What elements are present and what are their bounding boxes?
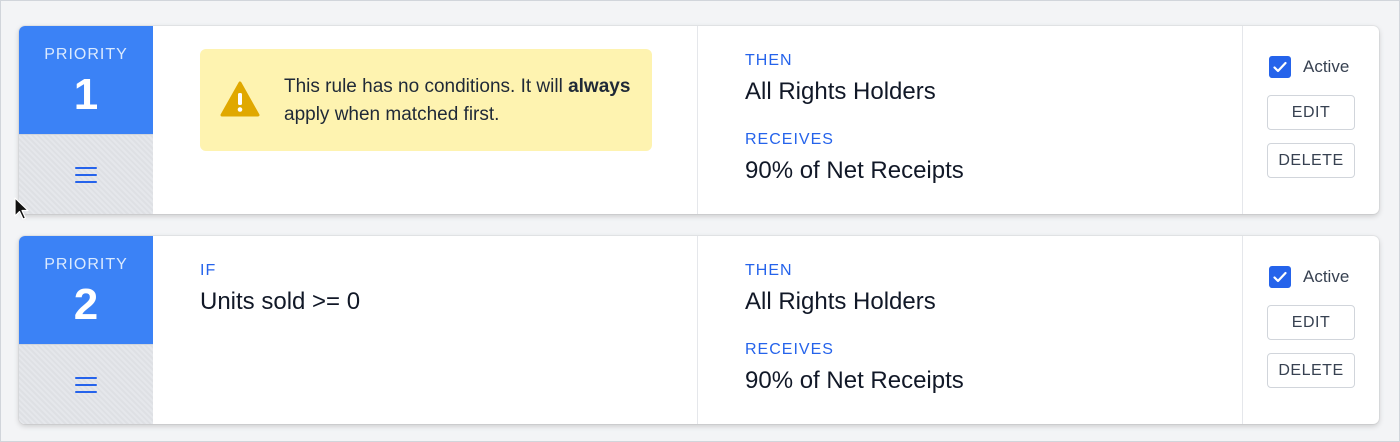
then-label: THEN — [745, 262, 793, 279]
hamburger-menu-icon — [75, 376, 97, 393]
actions-column: Active EDIT DELETE — [1243, 236, 1379, 424]
warning-message: This rule has no conditions. It will alw… — [284, 76, 631, 125]
edit-button[interactable]: EDIT — [1267, 95, 1355, 130]
active-toggle[interactable]: Active — [1269, 56, 1349, 78]
receives-label: RECEIVES — [745, 341, 834, 358]
active-label: Active — [1303, 57, 1350, 76]
priority-number: 2 — [73, 280, 99, 329]
then-value: All Rights Holders — [745, 78, 936, 105]
then-column: THEN All Rights Holders RECEIVES 90% of … — [698, 26, 1243, 214]
checkmark-icon — [1273, 61, 1287, 73]
drag-handle[interactable] — [19, 344, 153, 424]
then-column: THEN All Rights Holders RECEIVES 90% of … — [698, 236, 1243, 424]
conditions-column: IF Units sold >= 0 — [153, 236, 698, 424]
no-conditions-warning: This rule has no conditions. It will alw… — [200, 49, 652, 151]
priority-label: PRIORITY — [44, 46, 128, 63]
then-label: THEN — [745, 52, 793, 69]
priority-column: PRIORITY 2 — [19, 236, 153, 424]
hamburger-menu-icon — [75, 166, 97, 183]
priority-label: PRIORITY — [44, 256, 128, 273]
if-label: IF — [200, 262, 217, 279]
mouse-pointer-icon — [14, 197, 29, 220]
warning-triangle-icon — [220, 81, 260, 117]
active-checkbox[interactable] — [1269, 56, 1291, 78]
priority-column: PRIORITY 1 — [19, 26, 153, 214]
receives-value: 90% of Net Receipts — [745, 157, 964, 184]
receives-label: RECEIVES — [745, 131, 834, 148]
priority-badge: PRIORITY 2 — [19, 236, 153, 344]
warning-emphasis: always — [568, 76, 631, 97]
active-checkbox[interactable] — [1269, 266, 1291, 288]
priority-number: 1 — [73, 70, 99, 119]
then-value: All Rights Holders — [745, 288, 936, 315]
receives-value: 90% of Net Receipts — [745, 367, 964, 394]
edit-button[interactable]: EDIT — [1267, 305, 1355, 340]
rule-card-1: PRIORITY 1 This rule has no conditions. … — [19, 26, 1379, 214]
delete-button[interactable]: DELETE — [1267, 353, 1355, 388]
active-toggle[interactable]: Active — [1269, 266, 1349, 288]
priority-badge: PRIORITY 1 — [19, 26, 153, 134]
checkmark-icon — [1273, 271, 1287, 283]
drag-handle[interactable] — [19, 134, 153, 214]
conditions-column: This rule has no conditions. It will alw… — [153, 26, 698, 214]
app-frame: PRIORITY 1 This rule has no conditions. … — [0, 0, 1400, 442]
delete-button[interactable]: DELETE — [1267, 143, 1355, 178]
actions-column: Active EDIT DELETE — [1243, 26, 1379, 214]
if-value: Units sold >= 0 — [200, 288, 361, 315]
rule-card-2: PRIORITY 2 IF Units sold >= 0 THEN All R… — [19, 236, 1379, 424]
active-label: Active — [1303, 267, 1350, 286]
